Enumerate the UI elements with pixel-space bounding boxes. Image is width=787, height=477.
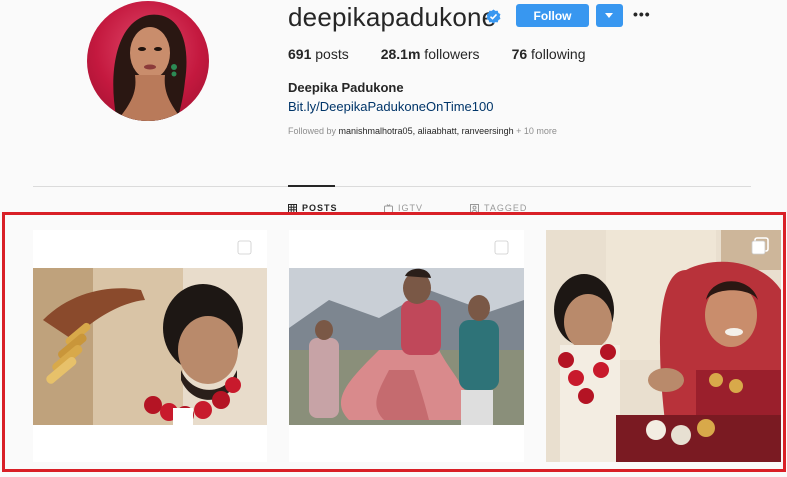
- suggestions-dropdown-button[interactable]: [596, 4, 623, 27]
- profile-username: deepikapadukone: [288, 2, 497, 32]
- posts-count: 691 posts: [288, 46, 349, 62]
- active-tab-indicator: [288, 185, 335, 187]
- followers-count[interactable]: 28.1m followers: [381, 46, 480, 62]
- profile-avatar[interactable]: [87, 1, 209, 121]
- verified-badge-icon: [486, 9, 501, 24]
- following-count[interactable]: 76 following: [512, 46, 586, 62]
- highlight-frame: [2, 212, 786, 472]
- profile-stats: 691 posts 28.1m followers 76 following: [288, 46, 618, 62]
- profile-full-name: Deepika Padukone: [288, 80, 404, 95]
- followed-by-text[interactable]: Followed by manishmalhotra05, aliaabhatt…: [288, 126, 557, 136]
- profile-page: deepikapadukone Follow ••• 691 posts 28.…: [0, 0, 787, 477]
- chevron-down-icon: [605, 13, 613, 18]
- follow-button[interactable]: Follow: [516, 4, 589, 27]
- bio-link[interactable]: Bit.ly/DeepikaPadukoneOnTime100: [288, 99, 493, 114]
- tabs-divider: [33, 186, 751, 187]
- more-dots-icon[interactable]: •••: [633, 6, 653, 22]
